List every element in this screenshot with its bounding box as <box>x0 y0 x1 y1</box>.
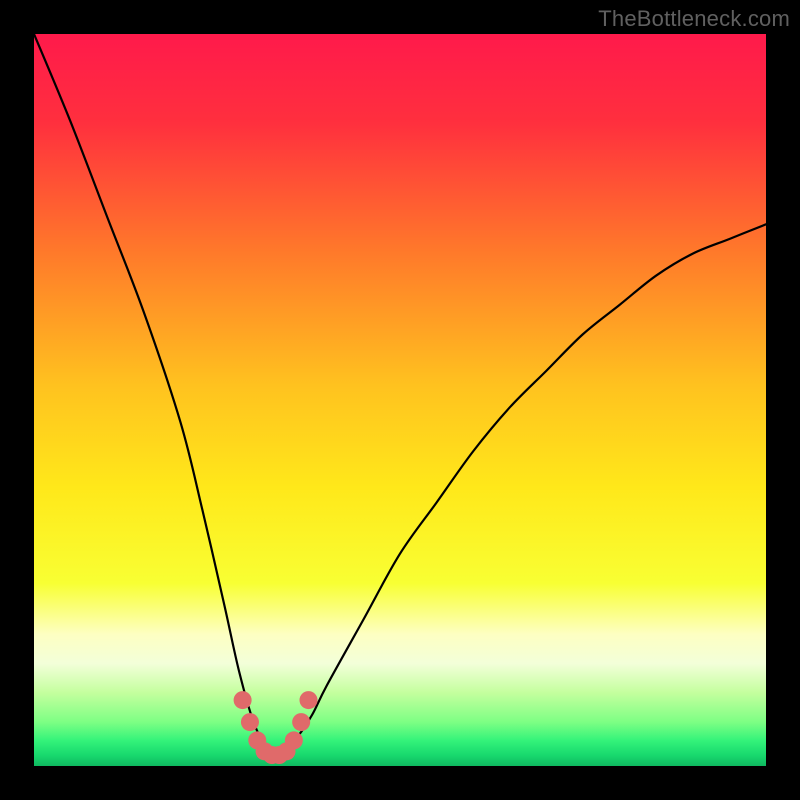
chart-frame: TheBottleneck.com <box>0 0 800 800</box>
watermark-label: TheBottleneck.com <box>598 6 790 32</box>
gradient-background <box>34 34 766 766</box>
plot-area <box>34 34 766 766</box>
highlight-dot <box>300 691 318 709</box>
bottleneck-chart <box>34 34 766 766</box>
highlight-dot <box>234 691 252 709</box>
highlight-dot <box>241 713 259 731</box>
highlight-dot <box>292 713 310 731</box>
highlight-dot <box>285 731 303 749</box>
